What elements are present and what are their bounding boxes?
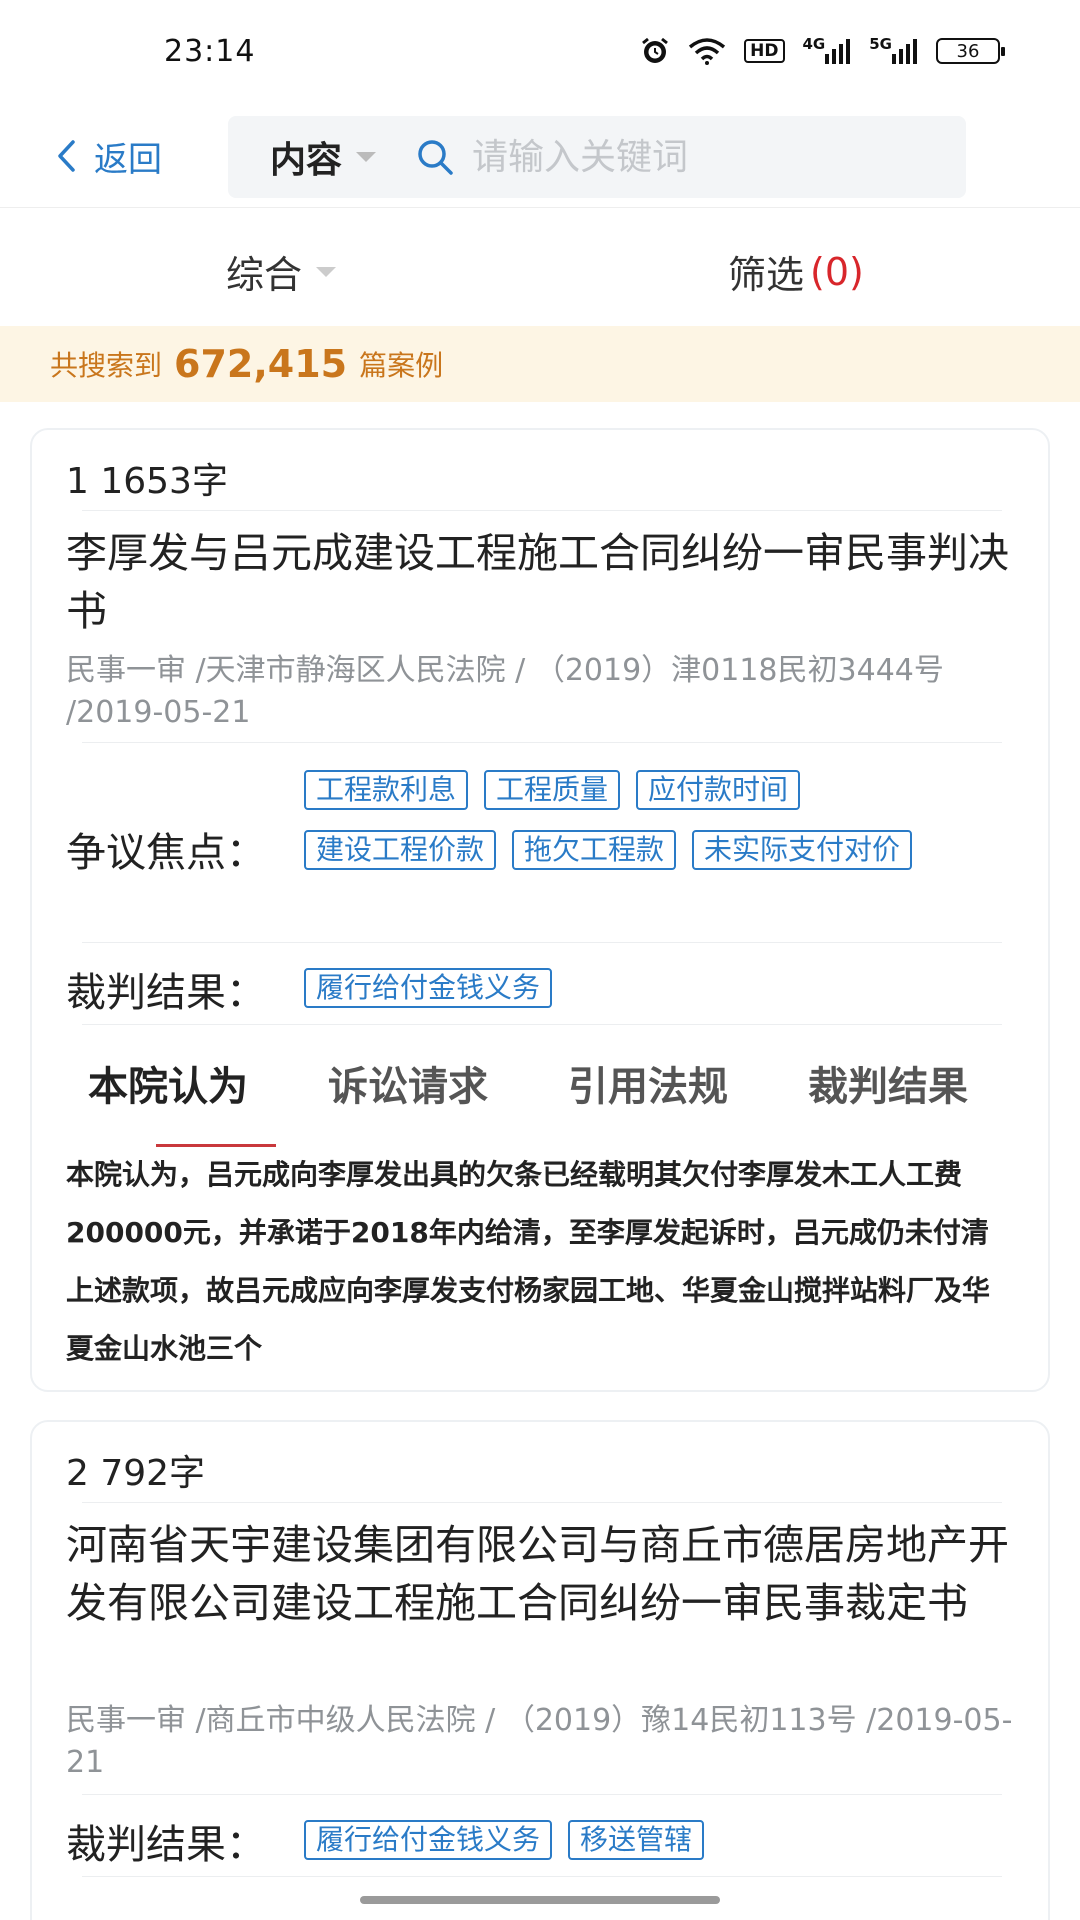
signal-5g-icon: 5G: [869, 35, 918, 64]
status-bar: 23:14 HD 4G 5G 36: [0, 0, 1080, 100]
back-button[interactable]: 返回: [56, 128, 162, 184]
battery-icon: 36: [936, 38, 1005, 64]
judgment-result-label: 裁判结果：: [66, 970, 266, 1016]
signal-4g-icon: 4G: [802, 35, 852, 64]
excerpt-text: 本院认为，吕元成向李厚发出具的欠条已经载明其欠付李厚发木工人工费200000元，…: [66, 1158, 991, 1365]
divider: [82, 1794, 1002, 1795]
case-meta: 民事一审 /天津市静海区人民法院 / （2019）津0118民初3444号 /2…: [66, 653, 944, 730]
focus-tag[interactable]: 未实际支付对价: [692, 830, 913, 870]
network-4g-label: 4G: [802, 35, 826, 53]
focus-tag[interactable]: 拖欠工程款: [512, 830, 677, 870]
judgment-result-label: 裁判结果：: [66, 1822, 266, 1868]
search-scope-dropdown[interactable]: 内容: [270, 131, 377, 183]
case-title[interactable]: 李厚发与吕元成建设工程施工合同纠纷一审民事判决书: [66, 524, 1016, 640]
tab-court-opinion[interactable]: 本院认为: [88, 1054, 248, 1112]
caret-down-icon: [356, 152, 377, 162]
excerpt-tabs: 本院认为 诉讼请求 引用法规 裁判结果: [32, 1054, 1048, 1154]
judgment-result-tags: 履行给付金钱义务 移送管辖: [304, 1820, 1004, 1860]
search-box: 内容: [228, 116, 966, 198]
divider: [82, 742, 1002, 743]
tab-judgment-result[interactable]: 裁判结果: [808, 1054, 968, 1112]
banner-prefix: 共搜索到: [50, 349, 163, 382]
caret-down-icon: [316, 266, 337, 277]
home-indicator[interactable]: [360, 1896, 720, 1904]
search-scope-label: 内容: [270, 140, 343, 181]
focus-tag[interactable]: 工程款利息: [304, 770, 469, 810]
result-tag[interactable]: 移送管辖: [568, 1820, 705, 1860]
search-input[interactable]: [472, 136, 853, 178]
result-tag[interactable]: 履行给付金钱义务: [304, 1820, 553, 1860]
case-meta: 民事一审 /商丘市中级人民法院 / （2019）豫14民初113号 /2019-…: [66, 1703, 1013, 1780]
hd-icon: HD: [744, 39, 785, 63]
divider: [82, 1502, 1002, 1503]
tab-claims[interactable]: 诉讼请求: [328, 1054, 488, 1112]
focus-tag[interactable]: 应付款时间: [636, 770, 801, 810]
result-index-wordcount: 2 792字: [66, 1453, 206, 1494]
back-label: 返回: [94, 139, 162, 180]
focus-tag[interactable]: 工程质量: [484, 770, 621, 810]
case-title[interactable]: 河南省天宇建设集团有限公司与商丘市德居房地产开发有限公司建设工程施工合同纠纷一审…: [66, 1516, 1016, 1632]
sort-dropdown[interactable]: 综合: [226, 244, 337, 299]
sort-filter-bar: 综合 筛选 (0): [0, 210, 1080, 324]
filter-button[interactable]: 筛选 (0): [728, 244, 864, 299]
divider: [82, 1876, 1002, 1877]
divider: [82, 942, 1002, 943]
search-header: 返回 内容: [0, 108, 1080, 208]
banner-suffix: 篇案例: [359, 349, 444, 382]
result-tag[interactable]: 履行给付金钱义务: [304, 968, 553, 1008]
status-time: 23:14: [164, 34, 256, 69]
wifi-icon: [688, 37, 726, 65]
divider: [82, 510, 1002, 511]
chevron-left-icon: [58, 140, 75, 172]
network-5g-label: 5G: [869, 35, 892, 53]
tab-cited-laws[interactable]: 引用法规: [568, 1054, 728, 1112]
filter-count: (0): [810, 249, 864, 294]
focus-tag[interactable]: 建设工程价款: [304, 830, 497, 870]
result-count: 672,415: [174, 342, 348, 386]
status-icons: HD 4G 5G 36: [640, 35, 1005, 66]
judgment-result-tags: 履行给付金钱义务: [304, 968, 1004, 1008]
result-card[interactable]: 1 1653字 李厚发与吕元成建设工程施工合同纠纷一审民事判决书 民事一审 /天…: [30, 428, 1050, 1392]
result-index-wordcount: 1 1653字: [66, 461, 228, 502]
search-icon: [418, 140, 453, 175]
dispute-focus-tags: 工程款利息 工程质量 应付款时间 建设工程价款 拖欠工程款 未实际支付对价: [304, 770, 1004, 870]
alarm-icon: [640, 36, 670, 66]
filter-label: 筛选: [728, 253, 805, 297]
sort-label: 综合: [226, 253, 303, 297]
divider: [82, 1024, 1002, 1025]
result-count-banner: 共搜索到 672,415 篇案例: [0, 326, 1080, 402]
result-card[interactable]: 2 792字 河南省天宇建设集团有限公司与商丘市德居房地产开发有限公司建设工程施…: [30, 1420, 1050, 1920]
dispute-focus-label: 争议焦点：: [66, 830, 266, 876]
